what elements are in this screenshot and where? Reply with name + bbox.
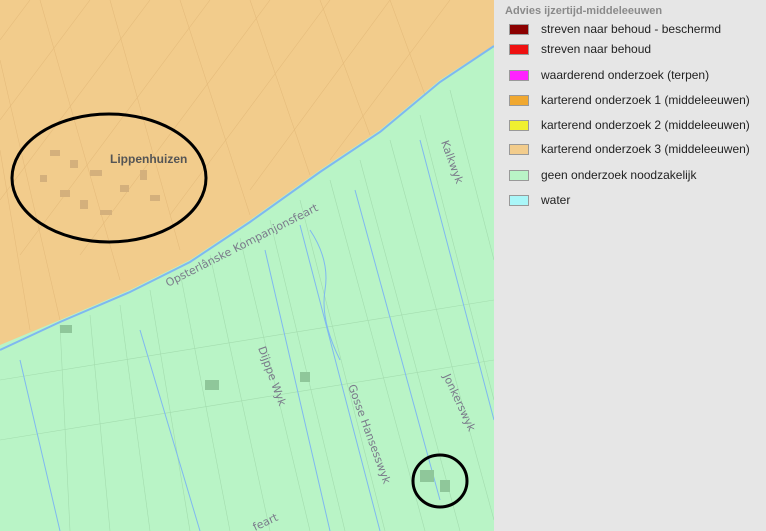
legend-item: karterend onderzoek 2 (middeleeuwen) <box>509 118 764 134</box>
legend-item: waarderend onderzoek (terpen) <box>509 68 764 84</box>
legend-item: karterend onderzoek 3 (middeleeuwen) <box>509 142 764 158</box>
legend-swatch <box>509 95 529 106</box>
legend-item: water <box>509 193 764 209</box>
legend-swatch <box>509 44 529 55</box>
legend-title: Advies ijzertijd-middeleeuwen <box>505 5 663 17</box>
legend-item: geen onderzoek noodzakelijk <box>509 168 764 184</box>
legend-item: streven naar behoud - beschermd <box>509 22 764 38</box>
legend-label: karterend onderzoek 3 (middeleeuwen) <box>541 142 750 156</box>
legend-swatch <box>509 24 529 35</box>
place-label-lippenhuizen: Lippenhuizen <box>110 152 187 166</box>
legend-label: karterend onderzoek 2 (middeleeuwen) <box>541 118 750 132</box>
legend-label: streven naar behoud - beschermd <box>541 22 722 36</box>
legend-item: streven naar behoud <box>509 42 764 58</box>
legend-label: geen onderzoek noodzakelijk <box>541 168 697 182</box>
legend-swatch <box>509 120 529 131</box>
legend-label: karterend onderzoek 1 (middeleeuwen) <box>541 93 750 107</box>
legend-label: water <box>541 193 571 207</box>
map-panel[interactable]: Opsterlânske Kompanjonsfeart Kalkwyk Dij… <box>0 0 494 531</box>
legend-swatch <box>509 70 529 81</box>
legend-swatch <box>509 195 529 206</box>
legend-label: waarderend onderzoek (terpen) <box>541 68 710 82</box>
legend-panel: Advies ijzertijd-middeleeuwen streven na… <box>494 0 766 531</box>
map-canvas[interactable]: Opsterlânske Kompanjonsfeart Kalkwyk Dij… <box>0 0 494 531</box>
legend-label: streven naar behoud <box>541 42 652 56</box>
legend-swatch <box>509 144 529 155</box>
legend-swatch <box>509 170 529 181</box>
legend-item: karterend onderzoek 1 (middeleeuwen) <box>509 93 764 109</box>
